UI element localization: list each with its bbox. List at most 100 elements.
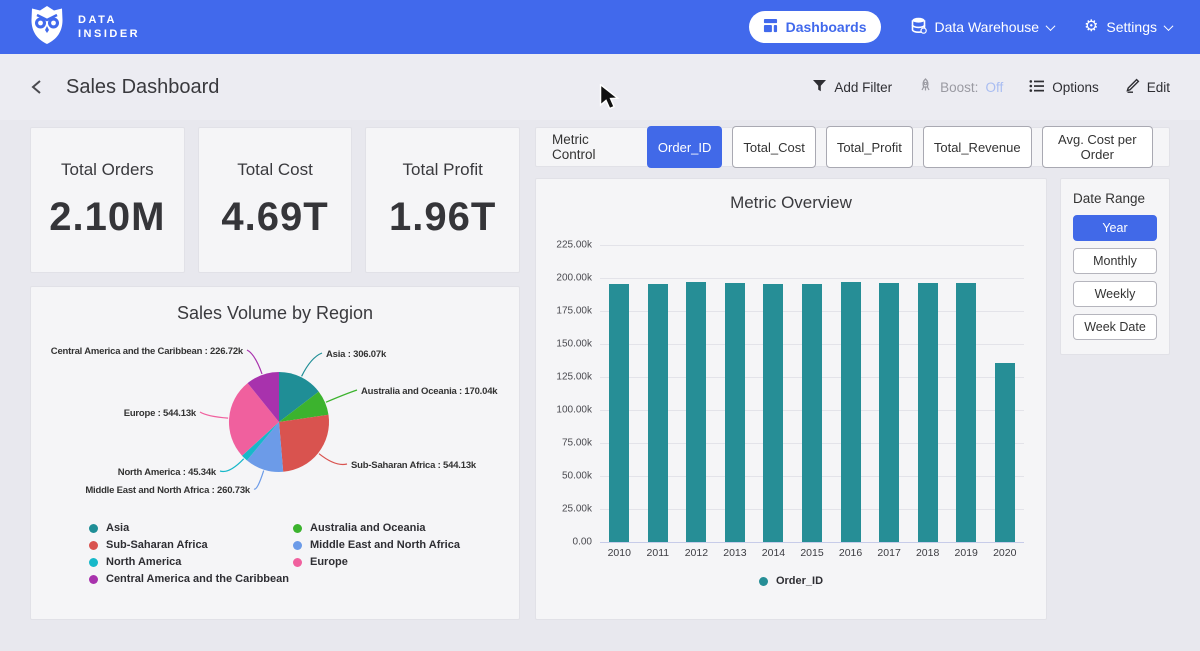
bar-2016[interactable] <box>841 282 861 542</box>
y-tick-label: 200.00k <box>556 272 592 283</box>
nav-item-label: Settings <box>1106 19 1157 35</box>
legend-label: Europe <box>310 556 348 568</box>
pie-slice-sub-saharan-africa[interactable] <box>279 415 329 472</box>
legend-label: North America <box>106 556 181 568</box>
legend-label: Central America and the Caribbean <box>106 573 289 585</box>
metric-button-total-revenue[interactable]: Total_Revenue <box>923 126 1032 168</box>
pie-legend-item-sub-saharan-africa: Sub-Saharan Africa <box>89 539 293 551</box>
date-range-buttons: Year Monthly Weekly Week Date <box>1073 215 1157 340</box>
x-axis-label: 2014 <box>754 547 793 559</box>
metric-button-avg-cost-per-order[interactable]: Avg. Cost per Order <box>1042 126 1153 168</box>
bar-cell <box>947 245 986 542</box>
kpi-card-total-cost: Total Cost4.69T <box>198 127 353 273</box>
legend-label: Australia and Oceania <box>310 522 426 534</box>
filter-funnel-icon <box>812 79 827 96</box>
date-range-button-week-date[interactable]: Week Date <box>1073 314 1157 340</box>
metric-button-order-id[interactable]: Order_ID <box>647 126 722 168</box>
metric-button-total-profit[interactable]: Total_Profit <box>826 126 913 168</box>
bar-2019[interactable] <box>956 283 976 542</box>
kpi-card-total-orders: Total Orders2.10M <box>30 127 185 273</box>
legend-label: Sub-Saharan Africa <box>106 539 208 551</box>
pie-legend-item-asia: Asia <box>89 522 293 534</box>
x-axis-labels: 2010201120122013201420152016201720182019… <box>600 547 1024 559</box>
bar-cell <box>600 245 639 542</box>
bar-cell <box>754 245 793 542</box>
bar-chart-card: Metric Overview 225.00k200.00k175.00k150… <box>535 178 1047 620</box>
pie-leader-line <box>319 454 347 465</box>
x-axis-label: 2017 <box>870 547 909 559</box>
legend-label: Middle East and North Africa <box>310 539 460 551</box>
x-axis-label: 2019 <box>947 547 986 559</box>
x-axis-label: 2013 <box>716 547 755 559</box>
x-axis-label: 2018 <box>908 547 947 559</box>
legend-dot <box>293 541 302 550</box>
gear-icon: ⚙ <box>1084 19 1098 35</box>
boost-toggle[interactable]: Boost: Off <box>918 78 1003 96</box>
bar-2020[interactable] <box>995 363 1015 542</box>
nav-item-settings[interactable]: ⚙ Settings <box>1084 19 1172 35</box>
pie-legend-item-europe: Europe <box>293 556 519 568</box>
edit-button[interactable]: Edit <box>1125 78 1170 96</box>
rocket-icon <box>918 78 933 96</box>
date-range-panel: Date Range YearMonthlyWeeklyWeek Date <box>1060 178 1170 355</box>
chevron-down-icon <box>1046 21 1056 31</box>
x-axis-label: 2020 <box>985 547 1024 559</box>
bar-2010[interactable] <box>609 284 629 542</box>
legend-dot <box>293 558 302 567</box>
dashboard-grid-icon <box>763 18 778 36</box>
y-tick-label: 225.00k <box>556 240 592 251</box>
x-axis-label: 2011 <box>639 547 678 559</box>
nav-item-data-warehouse[interactable]: Data Warehouse <box>911 17 1055 37</box>
pie-chart-title: Sales Volume by Region <box>31 303 519 324</box>
options-button[interactable]: Options <box>1029 79 1099 96</box>
bar-2011[interactable] <box>648 284 668 542</box>
x-axis-label: 2012 <box>677 547 716 559</box>
pie-leader-line <box>326 390 357 402</box>
pie-legend-item-north-america: North America <box>89 556 293 568</box>
legend-dot <box>293 524 302 533</box>
date-range-button-weekly[interactable]: Weekly <box>1073 281 1157 307</box>
pie-leader-line <box>247 350 262 374</box>
x-axis-label: 2016 <box>831 547 870 559</box>
legend-label: Order_ID <box>776 575 823 587</box>
date-range-button-monthly[interactable]: Monthly <box>1073 248 1157 274</box>
bar-2012[interactable] <box>686 282 706 542</box>
metric-button-total-cost[interactable]: Total_Cost <box>732 126 815 168</box>
nav-menu: Dashboards Data Warehouse ⚙ Settings <box>749 11 1172 43</box>
back-button[interactable] <box>30 79 44 95</box>
pie-leader-line <box>302 353 322 376</box>
bar-chart-plot: 225.00k200.00k175.00k150.00k125.00k100.0… <box>600 245 1024 542</box>
bar-2015[interactable] <box>802 284 822 542</box>
metric-control-label: Metric Control <box>552 132 632 162</box>
top-nav: DATA INSIDER Dashboards <box>0 0 1200 54</box>
gridline <box>600 542 1024 543</box>
kpi-row: Total Orders2.10MTotal Cost4.69TTotal Pr… <box>30 127 520 273</box>
pie-label-central-america-and-the-caribbean: Central America and the Caribbean : 226.… <box>51 346 244 357</box>
kpi-value: 2.10M <box>49 195 165 240</box>
add-filter-button[interactable]: Add Filter <box>812 79 892 96</box>
pie-label-middle-east-and-north-africa: Middle East and North Africa : 260.73k <box>85 485 251 496</box>
pie-label-asia: Asia : 306.07k <box>326 349 387 360</box>
brand-name: DATA INSIDER <box>78 13 140 41</box>
pie-label-north-america: North America : 45.34k <box>118 467 217 478</box>
database-icon <box>911 17 927 37</box>
pie-chart: Asia : 306.07kAustralia and Oceania : 17… <box>31 326 521 522</box>
bar-cell <box>870 245 909 542</box>
bar-2013[interactable] <box>725 283 745 542</box>
bar-2017[interactable] <box>879 283 899 542</box>
bar-2018[interactable] <box>918 283 938 542</box>
legend-dot <box>759 577 768 586</box>
bar-cell <box>985 245 1024 542</box>
legend-label: Asia <box>106 522 129 534</box>
pie-chart-card: Sales Volume by Region Asia : 306.07kAus… <box>30 286 520 620</box>
kpi-card-total-profit: Total Profit1.96T <box>365 127 520 273</box>
bar-2014[interactable] <box>763 284 783 542</box>
pie-label-europe: Europe : 544.13k <box>124 408 197 419</box>
y-tick-label: 175.00k <box>556 305 592 316</box>
dashboard-body: Total Orders2.10MTotal Cost4.69TTotal Pr… <box>0 120 1200 620</box>
bar-chart-legend: Order_ID <box>552 575 1030 587</box>
nav-item-dashboards[interactable]: Dashboards <box>749 11 881 43</box>
pie-legend: Asia Australia and Oceania Sub-Saharan Afr… <box>89 522 519 585</box>
page-title: Sales Dashboard <box>66 76 219 99</box>
date-range-button-year[interactable]: Year <box>1073 215 1157 241</box>
